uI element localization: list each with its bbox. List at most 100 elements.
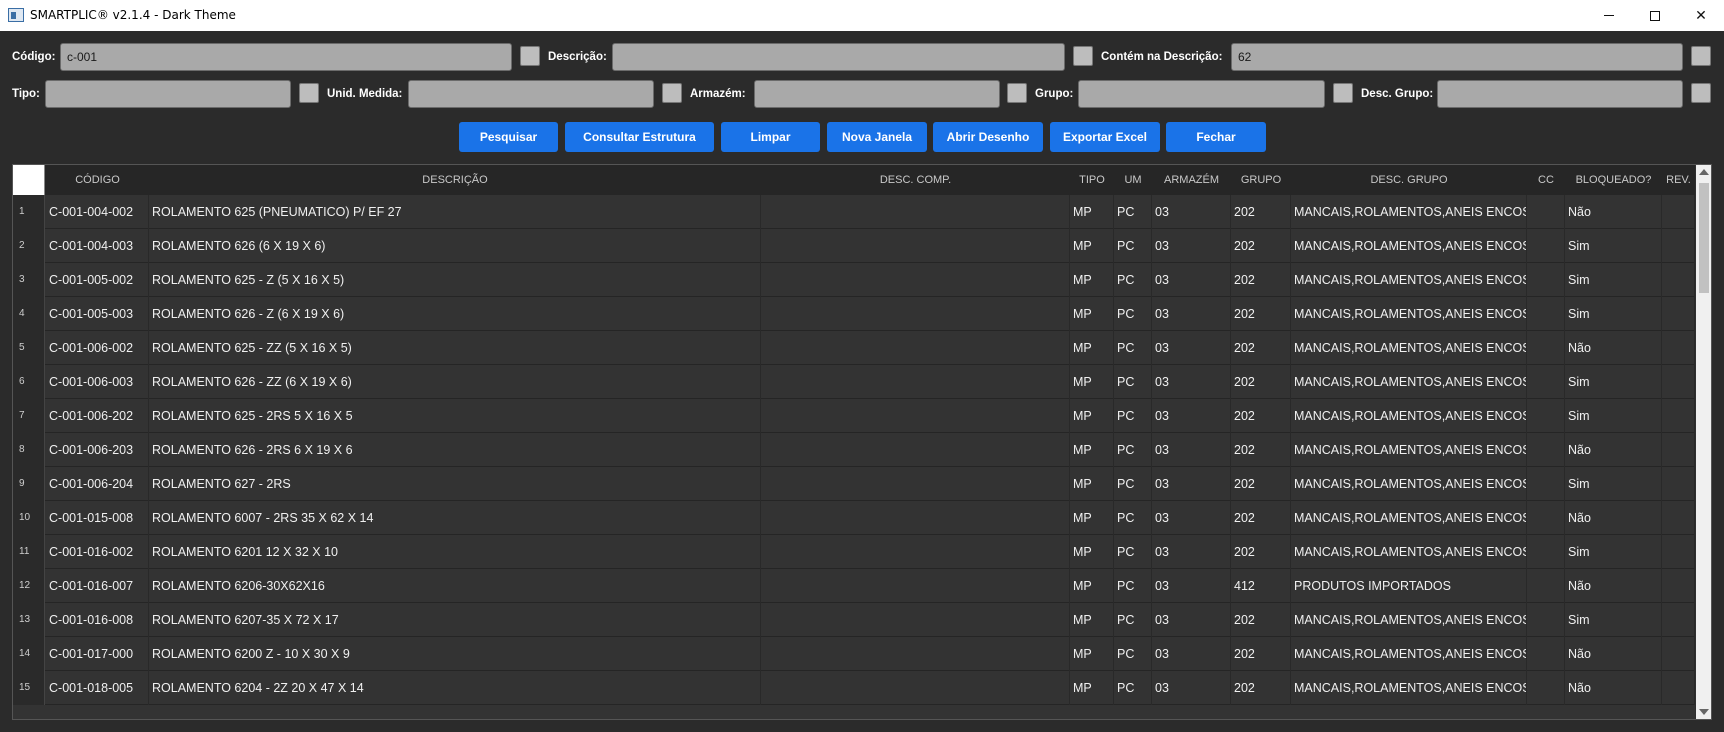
cell-cc[interactable] (1527, 297, 1565, 331)
cell-bloqueado[interactable]: Sim (1565, 399, 1662, 433)
cell-grupo[interactable]: 202 (1231, 263, 1291, 297)
cell-descricao[interactable]: ROLAMENTO 626 (6 X 19 X 6) (149, 229, 761, 263)
cell-codigo[interactable]: C-001-006-204 (46, 467, 149, 501)
cell-bloqueado[interactable]: Não (1565, 671, 1662, 705)
cell-rev[interactable] (1662, 263, 1695, 297)
cell-tipo[interactable]: MP (1070, 195, 1114, 229)
cell-cc[interactable] (1527, 501, 1565, 535)
cell-armazem[interactable]: 03 (1152, 535, 1231, 569)
header-um[interactable]: UM (1114, 165, 1152, 195)
header-desc-grupo[interactable]: DESC. GRUPO (1291, 165, 1527, 195)
cell-rev[interactable] (1662, 467, 1695, 501)
cell-codigo[interactable]: C-001-016-007 (46, 569, 149, 603)
table-row[interactable]: 15 C-001-018-005 ROLAMENTO 6204 - 2Z 20 X … (13, 671, 1695, 705)
codigo-checkbox[interactable] (520, 46, 540, 66)
cell-tipo[interactable]: MP (1070, 671, 1114, 705)
grupo-input[interactable] (1078, 80, 1325, 108)
cell-rev[interactable] (1662, 501, 1695, 535)
scroll-up-icon[interactable] (1699, 169, 1709, 175)
cell-grupo[interactable]: 202 (1231, 467, 1291, 501)
header-tipo[interactable]: TIPO (1070, 165, 1114, 195)
contem-checkbox[interactable] (1691, 46, 1711, 66)
cell-codigo[interactable]: C-001-016-002 (46, 535, 149, 569)
cell-rev[interactable] (1662, 603, 1695, 637)
table-row[interactable]: 3 C-001-005-002 ROLAMENTO 625 - Z (5 X 16 … (13, 263, 1695, 297)
codigo-input[interactable]: c-001 (60, 43, 512, 71)
cell-armazem[interactable]: 03 (1152, 501, 1231, 535)
cell-cc[interactable] (1527, 365, 1565, 399)
cell-descricao[interactable]: ROLAMENTO 6204 - 2Z 20 X 47 X 14 (149, 671, 761, 705)
cell-desc-comp[interactable] (761, 399, 1070, 433)
cell-armazem[interactable]: 03 (1152, 671, 1231, 705)
cell-tipo[interactable]: MP (1070, 501, 1114, 535)
cell-desc-comp[interactable] (761, 195, 1070, 229)
cell-armazem[interactable]: 03 (1152, 263, 1231, 297)
table-row[interactable]: 2 C-001-004-003 ROLAMENTO 626 (6 X 19 X 6)… (13, 229, 1695, 263)
cell-tipo[interactable]: MP (1070, 229, 1114, 263)
table-row[interactable]: 7 C-001-006-202 ROLAMENTO 625 - 2RS 5 X 16… (13, 399, 1695, 433)
cell-grupo[interactable]: 202 (1231, 229, 1291, 263)
cell-desc-comp[interactable] (761, 297, 1070, 331)
cell-desc-comp[interactable] (761, 331, 1070, 365)
cell-tipo[interactable]: MP (1070, 297, 1114, 331)
cell-tipo[interactable]: MP (1070, 433, 1114, 467)
cell-descricao[interactable]: ROLAMENTO 6207-35 X 72 X 17 (149, 603, 761, 637)
cell-um[interactable]: PC (1114, 569, 1152, 603)
cell-tipo[interactable]: MP (1070, 365, 1114, 399)
cell-bloqueado[interactable]: Sim (1565, 535, 1662, 569)
cell-grupo[interactable]: 202 (1231, 331, 1291, 365)
cell-codigo[interactable]: C-001-015-008 (46, 501, 149, 535)
unid-checkbox[interactable] (662, 83, 682, 103)
cell-descricao[interactable]: ROLAMENTO 625 - 2RS 5 X 16 X 5 (149, 399, 761, 433)
cell-desc-grupo[interactable]: MANCAIS,ROLAMENTOS,ANEIS ENCOS (1291, 603, 1527, 637)
cell-rev[interactable] (1662, 331, 1695, 365)
nova-janela-button[interactable]: Nova Janela (827, 122, 927, 152)
table-row[interactable]: 11 C-001-016-002 ROLAMENTO 6201 12 X 32 X … (13, 535, 1695, 569)
cell-descricao[interactable]: ROLAMENTO 625 - ZZ (5 X 16 X 5) (149, 331, 761, 365)
cell-tipo[interactable]: MP (1070, 263, 1114, 297)
cell-armazem[interactable]: 03 (1152, 433, 1231, 467)
cell-tipo[interactable]: MP (1070, 569, 1114, 603)
cell-desc-grupo[interactable]: MANCAIS,ROLAMENTOS,ANEIS ENCOS (1291, 195, 1527, 229)
cell-desc-comp[interactable] (761, 637, 1070, 671)
unid-input[interactable] (408, 80, 654, 108)
descgrupo-checkbox[interactable] (1691, 83, 1711, 103)
cell-codigo[interactable]: C-001-006-203 (46, 433, 149, 467)
cell-bloqueado[interactable]: Não (1565, 195, 1662, 229)
cell-cc[interactable] (1527, 195, 1565, 229)
cell-desc-grupo[interactable]: MANCAIS,ROLAMENTOS,ANEIS ENCOS (1291, 433, 1527, 467)
cell-grupo[interactable]: 202 (1231, 603, 1291, 637)
cell-cc[interactable] (1527, 331, 1565, 365)
cell-descricao[interactable]: ROLAMENTO 6200 Z - 10 X 30 X 9 (149, 637, 761, 671)
cell-cc[interactable] (1527, 671, 1565, 705)
descricao-input[interactable] (612, 43, 1065, 71)
cell-cc[interactable] (1527, 637, 1565, 671)
cell-grupo[interactable]: 412 (1231, 569, 1291, 603)
cell-tipo[interactable]: MP (1070, 399, 1114, 433)
tipo-input[interactable] (45, 80, 291, 108)
cell-armazem[interactable]: 03 (1152, 467, 1231, 501)
cell-codigo[interactable]: C-001-005-003 (46, 297, 149, 331)
cell-cc[interactable] (1527, 399, 1565, 433)
table-row[interactable]: 8 C-001-006-203 ROLAMENTO 626 - 2RS 6 X 19… (13, 433, 1695, 467)
cell-cc[interactable] (1527, 433, 1565, 467)
cell-armazem[interactable]: 03 (1152, 637, 1231, 671)
cell-grupo[interactable]: 202 (1231, 501, 1291, 535)
armazem-checkbox[interactable] (1007, 83, 1027, 103)
cell-codigo[interactable]: C-001-005-002 (46, 263, 149, 297)
cell-descricao[interactable]: ROLAMENTO 626 - ZZ (6 X 19 X 6) (149, 365, 761, 399)
cell-grupo[interactable]: 202 (1231, 297, 1291, 331)
cell-armazem[interactable]: 03 (1152, 331, 1231, 365)
cell-desc-comp[interactable] (761, 467, 1070, 501)
descricao-checkbox[interactable] (1073, 46, 1093, 66)
close-button[interactable]: ✕ (1678, 0, 1724, 31)
cell-desc-grupo[interactable]: MANCAIS,ROLAMENTOS,ANEIS ENCOS (1291, 467, 1527, 501)
maximize-button[interactable] (1632, 0, 1678, 31)
cell-rev[interactable] (1662, 535, 1695, 569)
table-row[interactable]: 1 C-001-004-002 ROLAMENTO 625 (PNEUMATICO)… (13, 195, 1695, 229)
table-row[interactable]: 14 C-001-017-000 ROLAMENTO 6200 Z - 10 X 3… (13, 637, 1695, 671)
cell-grupo[interactable]: 202 (1231, 671, 1291, 705)
cell-armazem[interactable]: 03 (1152, 229, 1231, 263)
cell-codigo[interactable]: C-001-004-003 (46, 229, 149, 263)
cell-codigo[interactable]: C-001-004-002 (46, 195, 149, 229)
